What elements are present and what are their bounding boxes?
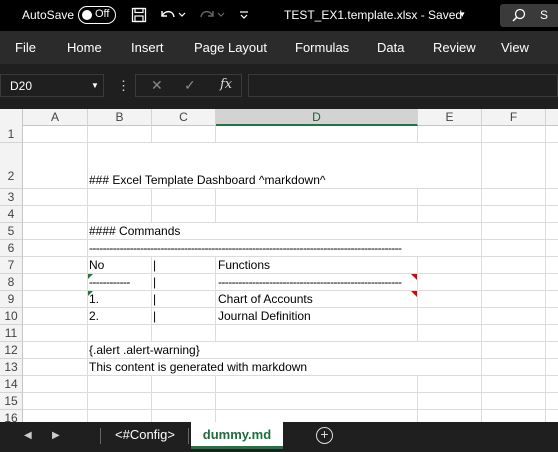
enter-check-icon[interactable]: ✓ bbox=[184, 77, 196, 94]
insert-function-icon[interactable]: fx bbox=[220, 77, 232, 92]
name-box[interactable]: D20 ▼ bbox=[0, 74, 104, 97]
document-title: TEST_EX1.template.xlsx - Saved bbox=[284, 8, 463, 22]
tab-review[interactable]: Review bbox=[433, 40, 476, 55]
row-header-2[interactable]: 2 bbox=[0, 143, 23, 189]
row-header-10[interactable]: 10 bbox=[0, 308, 23, 325]
gridline bbox=[23, 205, 558, 206]
column-header-e[interactable]: E bbox=[418, 109, 482, 126]
row-header-15[interactable]: 15 bbox=[0, 393, 23, 410]
search-icon bbox=[512, 8, 526, 25]
row-header-4[interactable]: 4 bbox=[0, 206, 23, 223]
search-box[interactable]: S bbox=[500, 4, 558, 27]
title-chevron-down-icon[interactable]: ▾ bbox=[460, 9, 465, 20]
formula-buttons: ✕ ✓ fx bbox=[135, 74, 242, 97]
column-header-f[interactable]: F bbox=[482, 109, 546, 126]
row-header-8[interactable]: 8 bbox=[0, 274, 23, 291]
row-header-6[interactable]: 6 bbox=[0, 240, 23, 257]
cell-b9[interactable]: 2. bbox=[89, 308, 99, 324]
toggle-state-label: Off bbox=[95, 8, 110, 20]
gridline bbox=[23, 324, 558, 325]
cell-b5[interactable]: ----------------------------------------… bbox=[89, 240, 402, 256]
column-header-b[interactable]: B bbox=[88, 109, 152, 126]
title-bar: AutoSave Off TEST_EX1.template.xlsx - Sa… bbox=[0, 0, 558, 31]
cell-c7[interactable]: | bbox=[153, 274, 156, 290]
add-sheet-icon[interactable]: + bbox=[316, 427, 333, 444]
row-header-14[interactable]: 14 bbox=[0, 376, 23, 393]
search-label: S bbox=[540, 8, 549, 22]
row-header-12[interactable]: 12 bbox=[0, 342, 23, 359]
error-indicator-icon[interactable] bbox=[88, 274, 93, 279]
cell-d6[interactable]: Functions bbox=[218, 257, 270, 273]
sheet-tab-bar: ◀ ▶ <#Config> dummy.md + bbox=[0, 422, 558, 452]
cell-b6[interactable]: No bbox=[89, 257, 104, 273]
gridline bbox=[23, 375, 558, 376]
cancel-icon[interactable]: ✕ bbox=[151, 77, 163, 94]
error-indicator-icon[interactable] bbox=[88, 291, 93, 296]
redo-dropdown-icon[interactable] bbox=[216, 5, 226, 25]
row-header-13[interactable]: 13 bbox=[0, 359, 23, 376]
column-header-a[interactable]: A bbox=[23, 109, 88, 126]
gridline bbox=[545, 126, 546, 422]
tab-insert[interactable]: Insert bbox=[131, 40, 164, 55]
tab-formulas[interactable]: Formulas bbox=[295, 40, 349, 55]
row-header-1[interactable]: 1 bbox=[0, 126, 23, 143]
column-header-d[interactable]: D bbox=[216, 109, 418, 126]
spreadsheet-grid[interactable]: A B C D E F 1 2 3 4 5 6 7 8 9 10 11 12 1… bbox=[0, 109, 558, 422]
toggle-knob bbox=[82, 10, 92, 20]
cell-b12[interactable]: This content is generated with markdown bbox=[89, 359, 307, 375]
row-header-3[interactable]: 3 bbox=[0, 189, 23, 206]
gridline bbox=[23, 409, 558, 410]
redo-icon[interactable] bbox=[197, 5, 217, 25]
row-header-5[interactable]: 5 bbox=[0, 223, 23, 240]
gridline bbox=[481, 126, 482, 422]
tab-home[interactable]: Home bbox=[67, 40, 102, 55]
cell-c8[interactable]: | bbox=[153, 291, 156, 307]
row-header-11[interactable]: 11 bbox=[0, 325, 23, 342]
scroll-left-icon[interactable]: ◀ bbox=[24, 430, 32, 441]
gridline bbox=[23, 188, 558, 189]
formula-bar: D20 ▼ ⋮ ✕ ✓ fx bbox=[0, 64, 558, 109]
gridline bbox=[23, 392, 558, 393]
tab-view[interactable]: View bbox=[501, 40, 529, 55]
comment-indicator-icon[interactable] bbox=[411, 274, 417, 280]
select-all-corner[interactable] bbox=[0, 109, 23, 126]
tab-data[interactable]: Data bbox=[377, 40, 404, 55]
cell-b7[interactable]: ------------ bbox=[89, 274, 130, 290]
undo-icon[interactable] bbox=[158, 5, 178, 25]
scroll-right-icon[interactable]: ▶ bbox=[52, 430, 60, 441]
column-headers: A B C D E F bbox=[0, 109, 558, 126]
sheet-tab-config[interactable]: <#Config> bbox=[104, 422, 186, 449]
cell-b2[interactable]: ### Excel Template Dashboard ^markdown^ bbox=[89, 172, 326, 188]
name-box-value: D20 bbox=[10, 79, 33, 93]
tab-separator bbox=[188, 428, 189, 444]
cell-d8[interactable]: Chart of Accounts bbox=[218, 291, 313, 307]
name-box-chevron-down-icon[interactable]: ▼ bbox=[91, 81, 99, 90]
cell-d7[interactable]: ----------------------------------------… bbox=[218, 274, 402, 290]
undo-dropdown-icon[interactable] bbox=[177, 5, 187, 25]
column-header-c[interactable]: C bbox=[152, 109, 216, 126]
formula-input[interactable] bbox=[248, 74, 558, 97]
row-header-7[interactable]: 7 bbox=[0, 257, 23, 274]
tab-separator bbox=[100, 428, 101, 444]
row-header-9[interactable]: 9 bbox=[0, 291, 23, 308]
cell-c6[interactable]: | bbox=[153, 257, 156, 273]
ribbon-tabs: File Home Insert Page Layout Formulas Da… bbox=[0, 31, 558, 64]
cell-c9[interactable]: | bbox=[153, 308, 156, 324]
customize-toolbar-icon[interactable] bbox=[234, 5, 254, 25]
save-icon[interactable] bbox=[129, 5, 149, 25]
autosave-label: AutoSave bbox=[22, 8, 75, 22]
cell-b4[interactable]: #### Commands bbox=[89, 223, 180, 239]
autosave-toggle[interactable]: Off bbox=[78, 6, 116, 24]
sheet-tab-dummy-md[interactable]: dummy.md bbox=[191, 422, 283, 449]
cell-b11[interactable]: {.alert .alert-warning} bbox=[89, 342, 200, 358]
more-options-icon[interactable]: ⋮ bbox=[117, 78, 130, 94]
cell-d9[interactable]: Journal Definition bbox=[218, 308, 311, 324]
tab-file[interactable]: File bbox=[15, 40, 36, 55]
tab-page-layout[interactable]: Page Layout bbox=[194, 40, 267, 55]
cell-area[interactable]: ### Excel Template Dashboard ^markdown^ … bbox=[23, 126, 558, 422]
row-header-16[interactable]: 16 bbox=[0, 410, 23, 422]
comment-indicator-icon[interactable] bbox=[411, 291, 417, 297]
